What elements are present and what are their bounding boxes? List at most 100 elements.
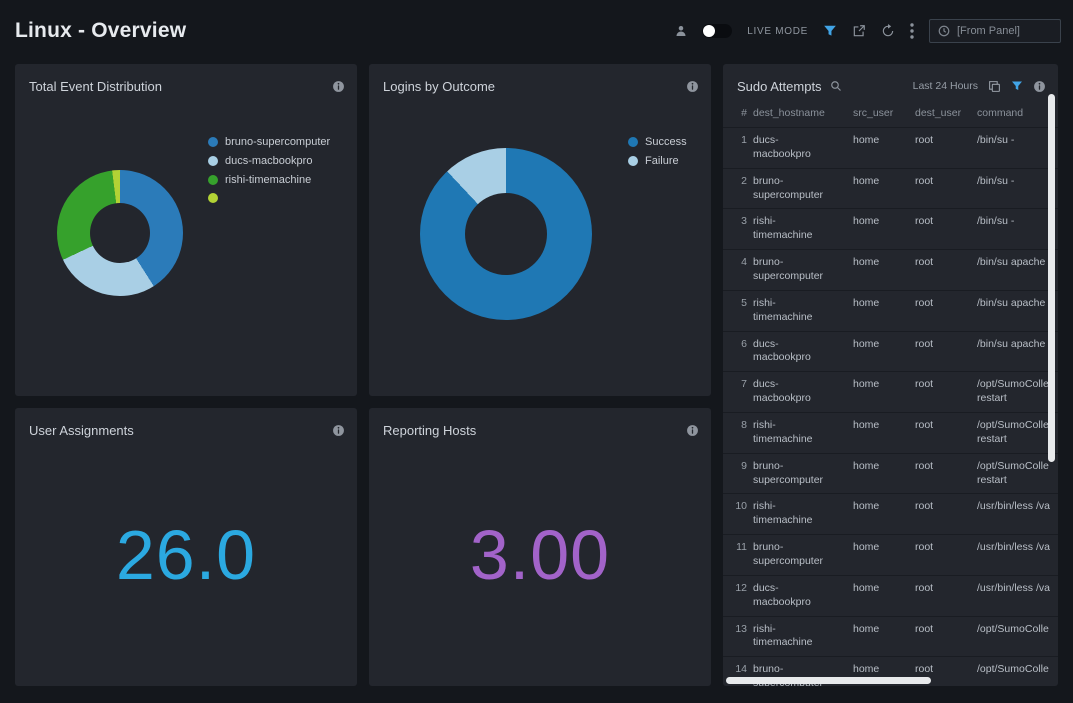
cell-index: 2 — [727, 175, 747, 203]
time-range-input[interactable]: [From Panel] — [929, 19, 1061, 43]
filter-icon[interactable] — [823, 24, 837, 38]
time-range-label[interactable]: Last 24 Hours — [913, 80, 978, 92]
share-icon[interactable] — [852, 24, 866, 38]
horizontal-scrollbar-thumb[interactable] — [726, 677, 931, 684]
panel-header: Reporting Hosts — [369, 408, 711, 442]
column-header[interactable]: dest_user — [915, 107, 971, 119]
singlestat-value: 26.0 — [15, 442, 357, 686]
table-row[interactable]: 9 bruno- supercomputer home root /opt/Su… — [723, 453, 1058, 494]
kebab-menu-icon[interactable] — [910, 23, 914, 39]
cell-command: /bin/su apache — [977, 297, 1058, 325]
table-row[interactable]: 12 ducs- macbookpro home root /usr/bin/l… — [723, 575, 1058, 616]
live-mode-label: LIVE MODE — [747, 26, 808, 37]
column-header[interactable]: # — [727, 107, 747, 119]
cell-dest-user: root — [915, 378, 971, 406]
legend-item[interactable]: ducs-macbookpro — [208, 155, 330, 167]
cell-index: 5 — [727, 297, 747, 325]
cell-command: /bin/su - — [977, 175, 1058, 203]
cell-dest-hostname: rishi- timemachine — [753, 623, 847, 651]
cell-dest-user: root — [915, 297, 971, 325]
panel-logins-by-outcome: Logins by Outcome Success — [369, 64, 711, 396]
live-mode-toggle[interactable] — [702, 24, 732, 38]
copy-icon[interactable] — [988, 80, 1001, 93]
cell-index: 7 — [727, 378, 747, 406]
cell-src-user: home — [853, 541, 909, 569]
legend-label: Failure — [645, 155, 679, 167]
info-icon[interactable] — [686, 424, 699, 437]
panel-header: Total Event Distribution — [15, 64, 357, 98]
filter-icon[interactable] — [1011, 80, 1023, 92]
dashboard-title: Linux - Overview — [15, 19, 186, 43]
column-header[interactable]: command — [977, 107, 1058, 119]
cell-dest-hostname: ducs- macbookpro — [753, 378, 847, 406]
toggle-knob — [703, 25, 715, 37]
cell-src-user: home — [853, 419, 909, 447]
info-icon[interactable] — [332, 424, 345, 437]
cell-src-user: home — [853, 134, 909, 162]
table-row[interactable]: 2 bruno- supercomputer home root /bin/su… — [723, 168, 1058, 209]
legend-swatch — [208, 137, 218, 147]
refresh-icon[interactable] — [881, 24, 895, 38]
table-row[interactable]: 6 ducs- macbookpro home root /bin/su apa… — [723, 331, 1058, 372]
table-row[interactable]: 3 rishi- timemachine home root /bin/su - — [723, 208, 1058, 249]
legend-label: Success — [645, 136, 687, 148]
table-row[interactable]: 10 rishi- timemachine home root /usr/bin… — [723, 493, 1058, 534]
panel-title: User Assignments — [29, 423, 134, 438]
search-icon[interactable] — [830, 80, 842, 92]
table-row[interactable]: 8 rishi- timemachine home root /opt/Sumo… — [723, 412, 1058, 453]
cell-dest-user: root — [915, 215, 971, 243]
event-distribution-donut-chart[interactable] — [57, 170, 183, 296]
panel-reporting-hosts: Reporting Hosts 3.00 — [369, 408, 711, 686]
column-header[interactable]: src_user — [853, 107, 909, 119]
info-icon[interactable] — [686, 80, 699, 93]
table-row[interactable]: 5 rishi- timemachine home root /bin/su a… — [723, 290, 1058, 331]
legend-item[interactable]: rishi-timemachine — [208, 174, 330, 186]
logins-outcome-donut-chart[interactable] — [420, 148, 592, 320]
legend-label: ducs-macbookpro — [225, 155, 312, 167]
top-bar: Linux - Overview LIVE MODE — [0, 0, 1073, 62]
cell-dest-user: root — [915, 256, 971, 284]
cell-src-user: home — [853, 338, 909, 366]
event-distribution-legend: bruno-supercomputer ducs-macbookpro rish… — [208, 136, 330, 210]
cell-dest-hostname: bruno- supercomputer — [753, 541, 847, 569]
cell-src-user: home — [853, 582, 909, 610]
panel-title: Logins by Outcome — [383, 79, 495, 94]
column-header[interactable]: dest_hostname — [753, 107, 847, 119]
legend-item[interactable] — [208, 193, 330, 203]
panel-body: bruno-supercomputer ducs-macbookpro rish… — [15, 98, 357, 396]
cell-command: /opt/SumoColle — [977, 663, 1058, 686]
time-range-value: [From Panel] — [957, 25, 1020, 37]
legend-item[interactable]: Failure — [628, 155, 687, 167]
cell-dest-user: root — [915, 460, 971, 488]
table-row[interactable]: 13 rishi- timemachine home root /opt/Sum… — [723, 616, 1058, 657]
info-icon[interactable] — [1033, 80, 1046, 93]
panel-user-assignments: User Assignments 26.0 — [15, 408, 357, 686]
legend-label: rishi-timemachine — [225, 174, 311, 186]
cell-dest-hostname: bruno- supercomputer — [753, 460, 847, 488]
cell-dest-hostname: rishi- timemachine — [753, 419, 847, 447]
cell-index: 1 — [727, 134, 747, 162]
table-row[interactable]: 4 bruno- supercomputer home root /bin/su… — [723, 249, 1058, 290]
cell-dest-user: root — [915, 134, 971, 162]
table-header-row: # dest_hostname src_user dest_user comma… — [723, 98, 1058, 127]
cell-dest-hostname: rishi- timemachine — [753, 215, 847, 243]
cell-src-user: home — [853, 623, 909, 651]
cell-dest-user: root — [915, 175, 971, 203]
logins-outcome-legend: Success Failure — [628, 136, 687, 174]
table-row[interactable]: 11 bruno- supercomputer home root /usr/b… — [723, 534, 1058, 575]
panel-grid: Total Event Distribution bruno-supercomp… — [15, 64, 1058, 686]
legend-swatch — [628, 156, 638, 166]
legend-item[interactable]: Success — [628, 136, 687, 148]
legend-item[interactable]: bruno-supercomputer — [208, 136, 330, 148]
cell-dest-user: root — [915, 338, 971, 366]
legend-swatch — [628, 137, 638, 147]
table-row[interactable]: 7 ducs- macbookpro home root /opt/SumoCo… — [723, 371, 1058, 412]
cell-command: /opt/SumoColle — [977, 623, 1058, 651]
table-row[interactable]: 1 ducs- macbookpro home root /bin/su - — [723, 127, 1058, 168]
sudo-attempts-table: # dest_hostname src_user dest_user comma… — [723, 98, 1058, 686]
header-controls: LIVE MODE [From Panel] — [675, 19, 1061, 43]
panel-title: Reporting Hosts — [383, 423, 476, 438]
cell-dest-hostname: bruno- supercomputer — [753, 256, 847, 284]
vertical-scrollbar-thumb[interactable] — [1048, 94, 1055, 462]
info-icon[interactable] — [332, 80, 345, 93]
